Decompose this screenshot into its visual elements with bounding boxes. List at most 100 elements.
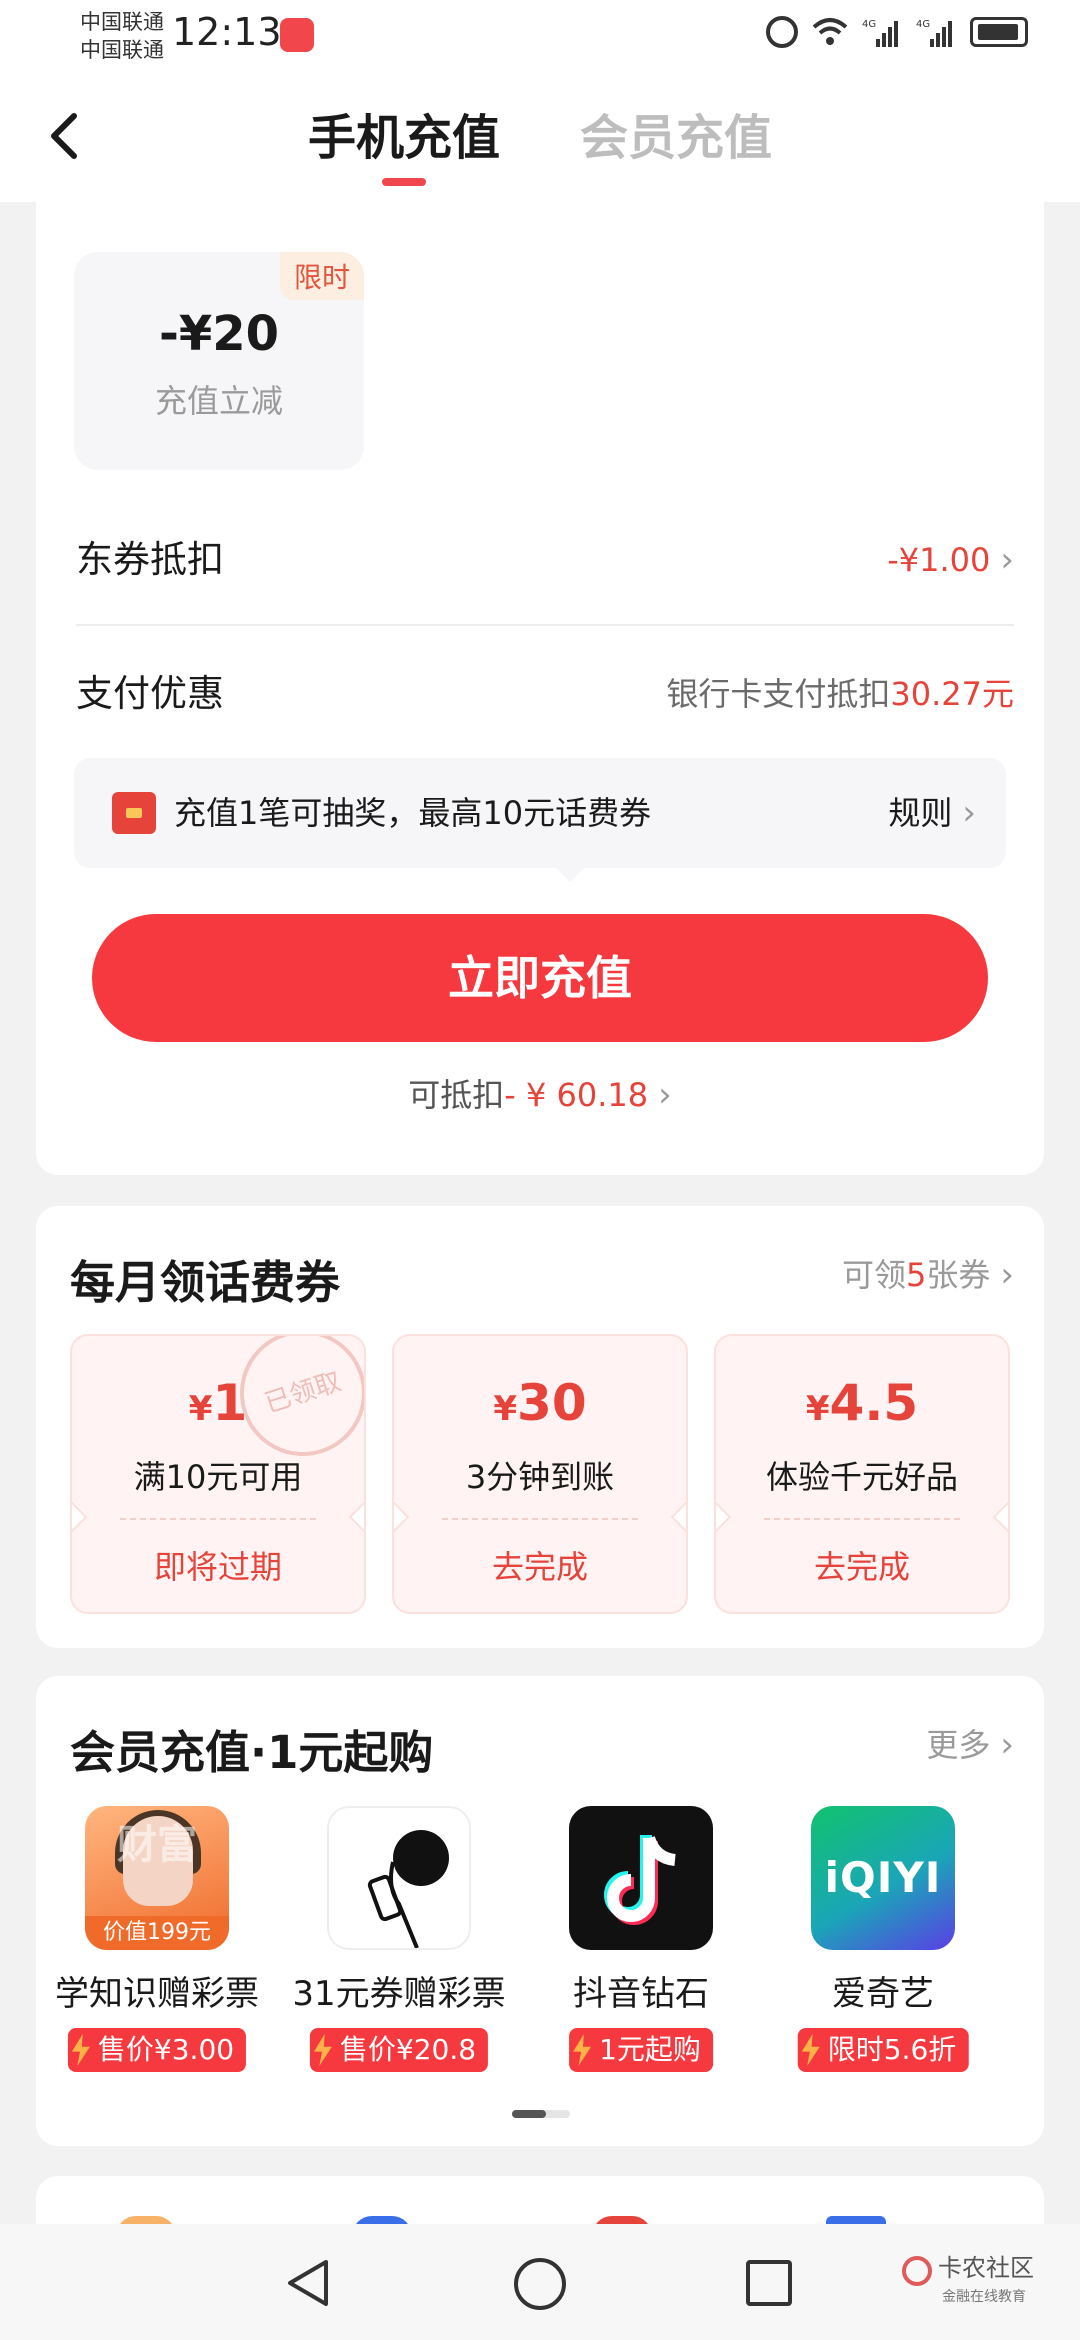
system-nav-bar: 卡农社区 金融在线教育	[0, 2224, 1080, 2340]
coupon-action[interactable]: 去完成	[716, 1542, 1008, 1588]
chevron-right-icon: ›	[658, 1075, 672, 1115]
price-tag: 1元起购	[569, 2028, 713, 2072]
red-envelope-icon	[112, 792, 156, 834]
alarm-icon	[766, 16, 798, 48]
tab-member-recharge[interactable]: 会员充值	[580, 98, 772, 168]
more-label: 更多	[926, 1726, 991, 1764]
status-bar: 中国联通 中国联通 12:13 4G 4G	[0, 0, 1080, 74]
clock: 12:13	[172, 10, 282, 54]
chevron-right-icon: ›	[1000, 1255, 1014, 1295]
coupon-amount: ¥4.5	[716, 1374, 1008, 1432]
page-header: 手机充值 会员充值	[0, 74, 1080, 202]
drinking-figure-icon	[327, 1806, 471, 1950]
coupon-value: 30	[517, 1374, 587, 1432]
status-icons: 4G 4G	[766, 16, 1028, 48]
coupon-condition: 体验千元好品	[765, 1458, 958, 1496]
watermark-text: 卡农社区	[938, 2254, 1034, 2282]
product-item[interactable]: 财富 价值199元 学知识赠彩票 售价¥3.00	[36, 1806, 278, 2096]
coupon-card[interactable]: ¥4.5 体验千元好品 去完成	[714, 1334, 1010, 1614]
product-name: 抖音钻石	[573, 1974, 709, 2014]
carrier-2: 中国联通	[80, 38, 164, 62]
nav-recent-apps-icon[interactable]	[746, 2260, 792, 2306]
price-tag: 售价¥3.00	[67, 2028, 247, 2072]
chevron-right-icon: ›	[1000, 540, 1014, 580]
coupon-card[interactable]: 已领取 ¥1 满10元可用 即将过期	[70, 1334, 366, 1614]
payment-discount-desc: 银行卡支付抵扣	[666, 675, 891, 713]
nav-back-icon[interactable]	[282, 2256, 336, 2310]
product-item[interactable]: 31元券赠彩票 售价¥20.8	[278, 1806, 520, 2096]
discount-tile[interactable]: 限时 -¥20 充值立减	[74, 252, 364, 470]
battery-icon	[970, 17, 1028, 47]
deduction-label: 可抵扣	[408, 1076, 505, 1114]
divider	[76, 624, 1014, 626]
coupon-amount: ¥1	[72, 1374, 364, 1432]
signal-icon-2: 4G	[916, 19, 952, 47]
coupon-condition: 满10元可用	[133, 1458, 303, 1496]
jd-coupon-row[interactable]: 东券抵扣 -¥1.00 ›	[76, 530, 1014, 590]
svg-text:4G: 4G	[862, 19, 876, 30]
carousel-pager	[512, 2110, 570, 2118]
jd-coupon-value: -¥1.00	[887, 541, 991, 579]
iqiyi-icon: iQIYI	[811, 1806, 955, 1950]
more-link[interactable]: 更多 ›	[926, 1720, 1014, 1766]
jd-coupon-value-group: -¥1.00 ›	[887, 530, 1014, 590]
coupon-notch	[670, 1498, 686, 1536]
watermark: 卡农社区 金融在线教育	[902, 2248, 1034, 2306]
product-image-text: 财富	[117, 1822, 197, 1868]
product-item[interactable]: 抖音钻石 1元起购	[520, 1806, 762, 2096]
coupon-card[interactable]: ¥30 3分钟到账 去完成	[392, 1334, 688, 1614]
coupon-condition: 3分钟到账	[465, 1458, 615, 1496]
coupon-notch	[716, 1498, 732, 1536]
svg-text:4G: 4G	[916, 19, 930, 30]
coupon-notch	[992, 1498, 1008, 1536]
nav-home-icon[interactable]	[514, 2258, 566, 2310]
coupon-value: 1	[212, 1374, 248, 1432]
lottery-banner[interactable]: 充值1笔可抽奖，最高10元话费券 规则 ›	[74, 758, 1006, 868]
tab-phone-recharge[interactable]: 手机充值	[308, 98, 500, 168]
coupon-notch	[348, 1498, 364, 1536]
recharge-now-button[interactable]: 立即充值	[92, 914, 988, 1042]
coupon-notch	[394, 1498, 410, 1536]
knowledge-course-icon: 财富 价值199元	[85, 1806, 229, 1950]
price-tag: 限时5.6折	[797, 2028, 969, 2072]
currency-symbol: ¥	[805, 1389, 830, 1429]
coupon-dashed-divider	[764, 1518, 960, 1520]
product-name: 爱奇艺	[832, 1974, 934, 2014]
coupon-dashed-divider	[442, 1518, 638, 1520]
coupon-dashed-divider	[120, 1518, 316, 1520]
chevron-right-icon: ›	[962, 793, 976, 833]
watermark-subtext: 金融在线教育	[942, 2288, 1026, 2305]
value-strip: 价值199元	[85, 1916, 229, 1950]
deduction-value: - ¥ 60.18	[504, 1076, 649, 1114]
wifi-icon	[812, 18, 848, 45]
product-item[interactable]: iQIYI 爱奇艺 限时5.6折	[762, 1806, 1004, 2096]
recharge-card: 限时 -¥20 充值立减 东券抵扣 -¥1.00 › 支付优惠 银行卡支付抵扣30…	[36, 130, 1044, 1175]
discount-amount: -¥20	[158, 306, 280, 362]
payment-discount-value: 银行卡支付抵扣30.27元	[666, 664, 1014, 724]
coupon-amount: ¥30	[394, 1374, 686, 1432]
monthly-coupons-card: 每月领话费券 可领5张券 › 已领取 ¥1 满10元可用 即将过期 ¥30 3分钟…	[36, 1206, 1044, 1648]
payment-discount-label: 支付优惠	[76, 672, 224, 715]
douyin-icon	[569, 1806, 713, 1950]
drinking-figure-illustration	[367, 1830, 449, 1948]
deduction-summary[interactable]: 可抵扣- ¥ 60.18 ›	[36, 1070, 1044, 1116]
limited-time-badge: 限时	[279, 252, 364, 300]
coupon-action[interactable]: 去完成	[394, 1542, 686, 1588]
carrier-1: 中国联通	[80, 10, 164, 34]
payment-discount-amount: 30.27元	[890, 675, 1014, 713]
payment-discount-row: 支付优惠 银行卡支付抵扣30.27元	[76, 664, 1014, 724]
claimable-coupons-link[interactable]: 可领5张券 ›	[842, 1250, 1014, 1296]
rules-label: 规则	[888, 794, 953, 832]
coupon-action[interactable]: 即将过期	[72, 1542, 364, 1588]
coupon-value: 4.5	[829, 1374, 919, 1432]
product-name: 31元券赠彩票	[292, 1974, 506, 2014]
rules-link[interactable]: 规则 ›	[888, 758, 976, 868]
price-tag: 售价¥20.8	[309, 2028, 489, 2072]
back-arrow-icon[interactable]	[36, 100, 96, 172]
carrier-labels: 中国联通 中国联通	[80, 8, 164, 64]
currency-symbol: ¥	[493, 1389, 518, 1429]
discount-label: 充值立减	[154, 382, 283, 420]
chevron-right-icon: ›	[1000, 1725, 1014, 1765]
lottery-pointer	[556, 868, 584, 882]
claimable-count: 5	[906, 1256, 927, 1294]
